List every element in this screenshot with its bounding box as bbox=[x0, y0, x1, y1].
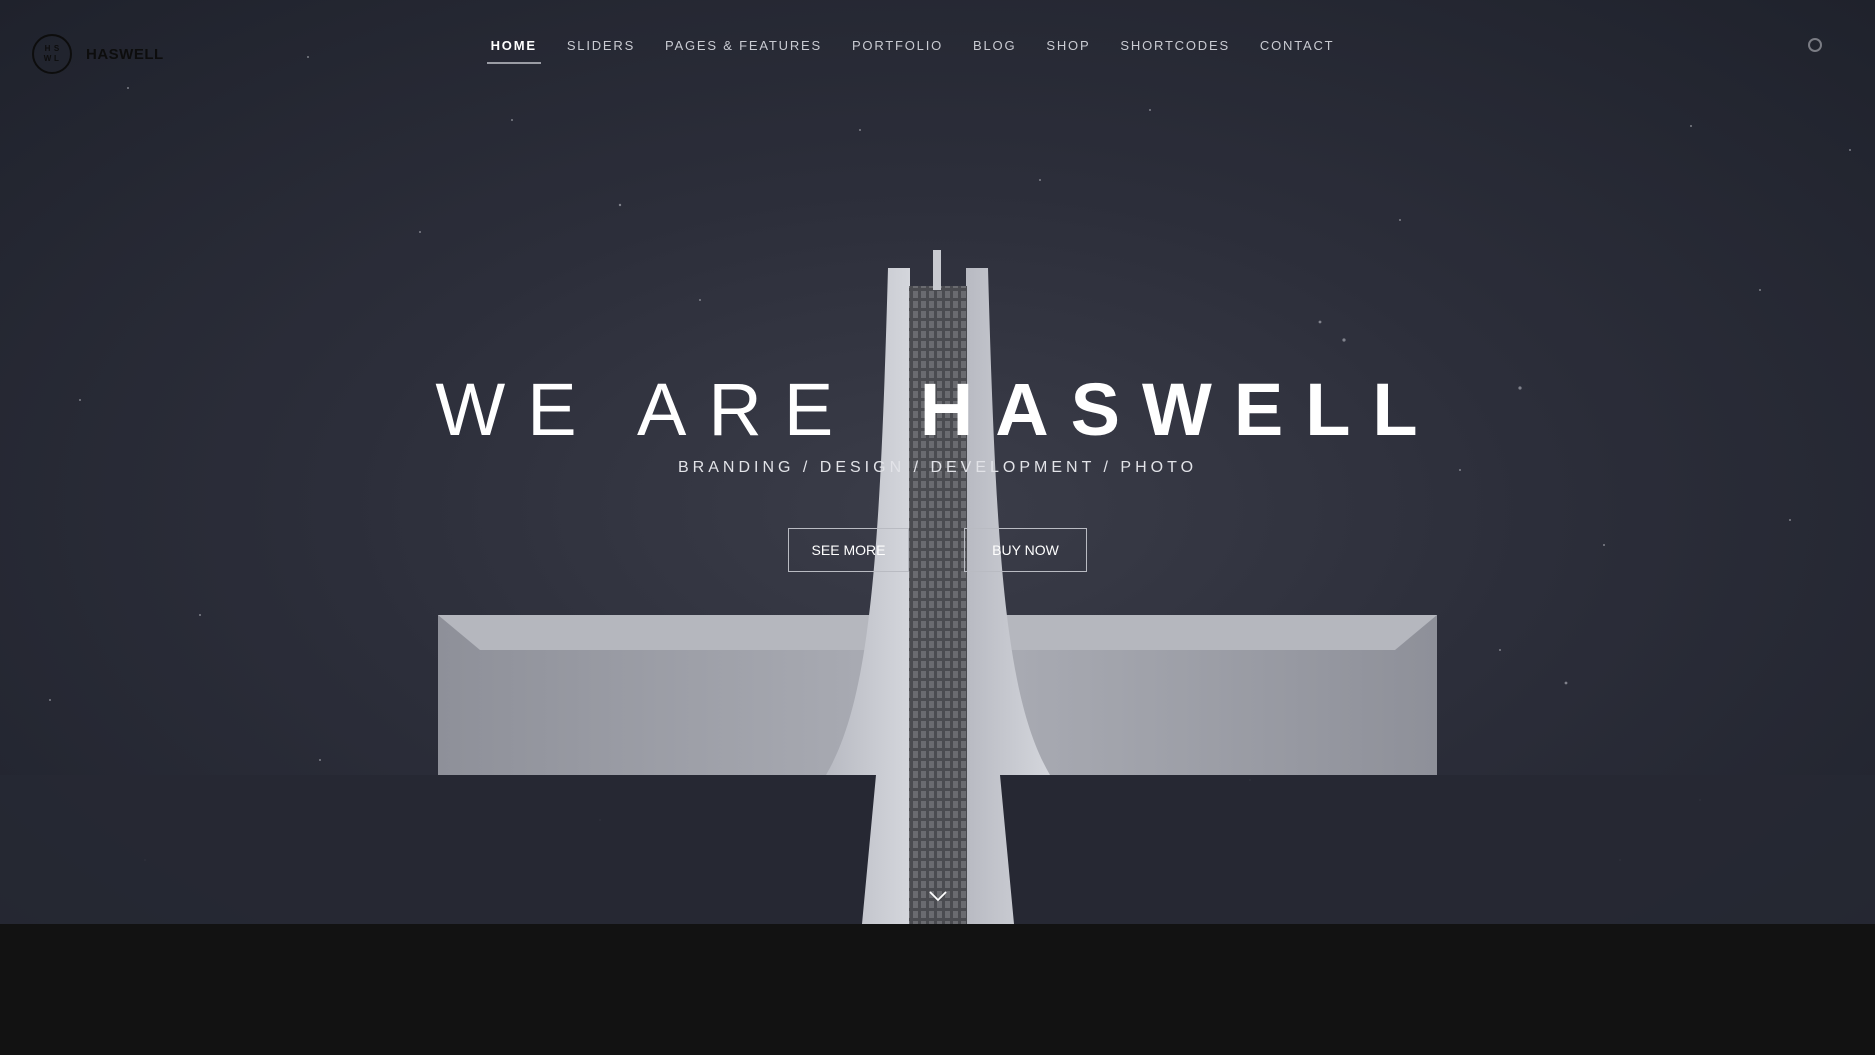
chevron-down-icon[interactable] bbox=[928, 890, 948, 902]
headline-light: WE ARE bbox=[435, 368, 856, 451]
see-more-button[interactable]: SEE MORE bbox=[788, 528, 909, 572]
hero-section: HS WL HASWELL HOME SLIDERS PAGES & FEATU… bbox=[0, 0, 1875, 924]
nav-item-portfolio[interactable]: PORTFOLIO bbox=[837, 38, 958, 53]
nav-item-shop[interactable]: SHOP bbox=[1031, 38, 1105, 53]
main-nav: HOME SLIDERS PAGES & FEATURES PORTFOLIO … bbox=[0, 38, 1875, 64]
hero-headline: WE ARE HASWELL bbox=[0, 370, 1875, 450]
nav-item-pages-features[interactable]: PAGES & FEATURES bbox=[650, 38, 837, 53]
buy-now-button[interactable]: BUY NOW bbox=[964, 528, 1087, 572]
nav-item-home[interactable]: HOME bbox=[476, 38, 552, 64]
nav-item-sliders[interactable]: SLIDERS bbox=[552, 38, 650, 53]
nav-item-shortcodes[interactable]: SHORTCODES bbox=[1105, 38, 1245, 53]
page-footer-band bbox=[0, 924, 1875, 1055]
hero-subline: BRANDING / DESIGN / DEVELOPMENT / PHOTO bbox=[677, 459, 1198, 476]
search-icon[interactable] bbox=[1808, 38, 1822, 52]
nav-item-contact[interactable]: CONTACT bbox=[1245, 38, 1349, 53]
headline-bold: HASWELL bbox=[919, 368, 1440, 451]
nav-item-blog[interactable]: BLOG bbox=[958, 38, 1031, 53]
